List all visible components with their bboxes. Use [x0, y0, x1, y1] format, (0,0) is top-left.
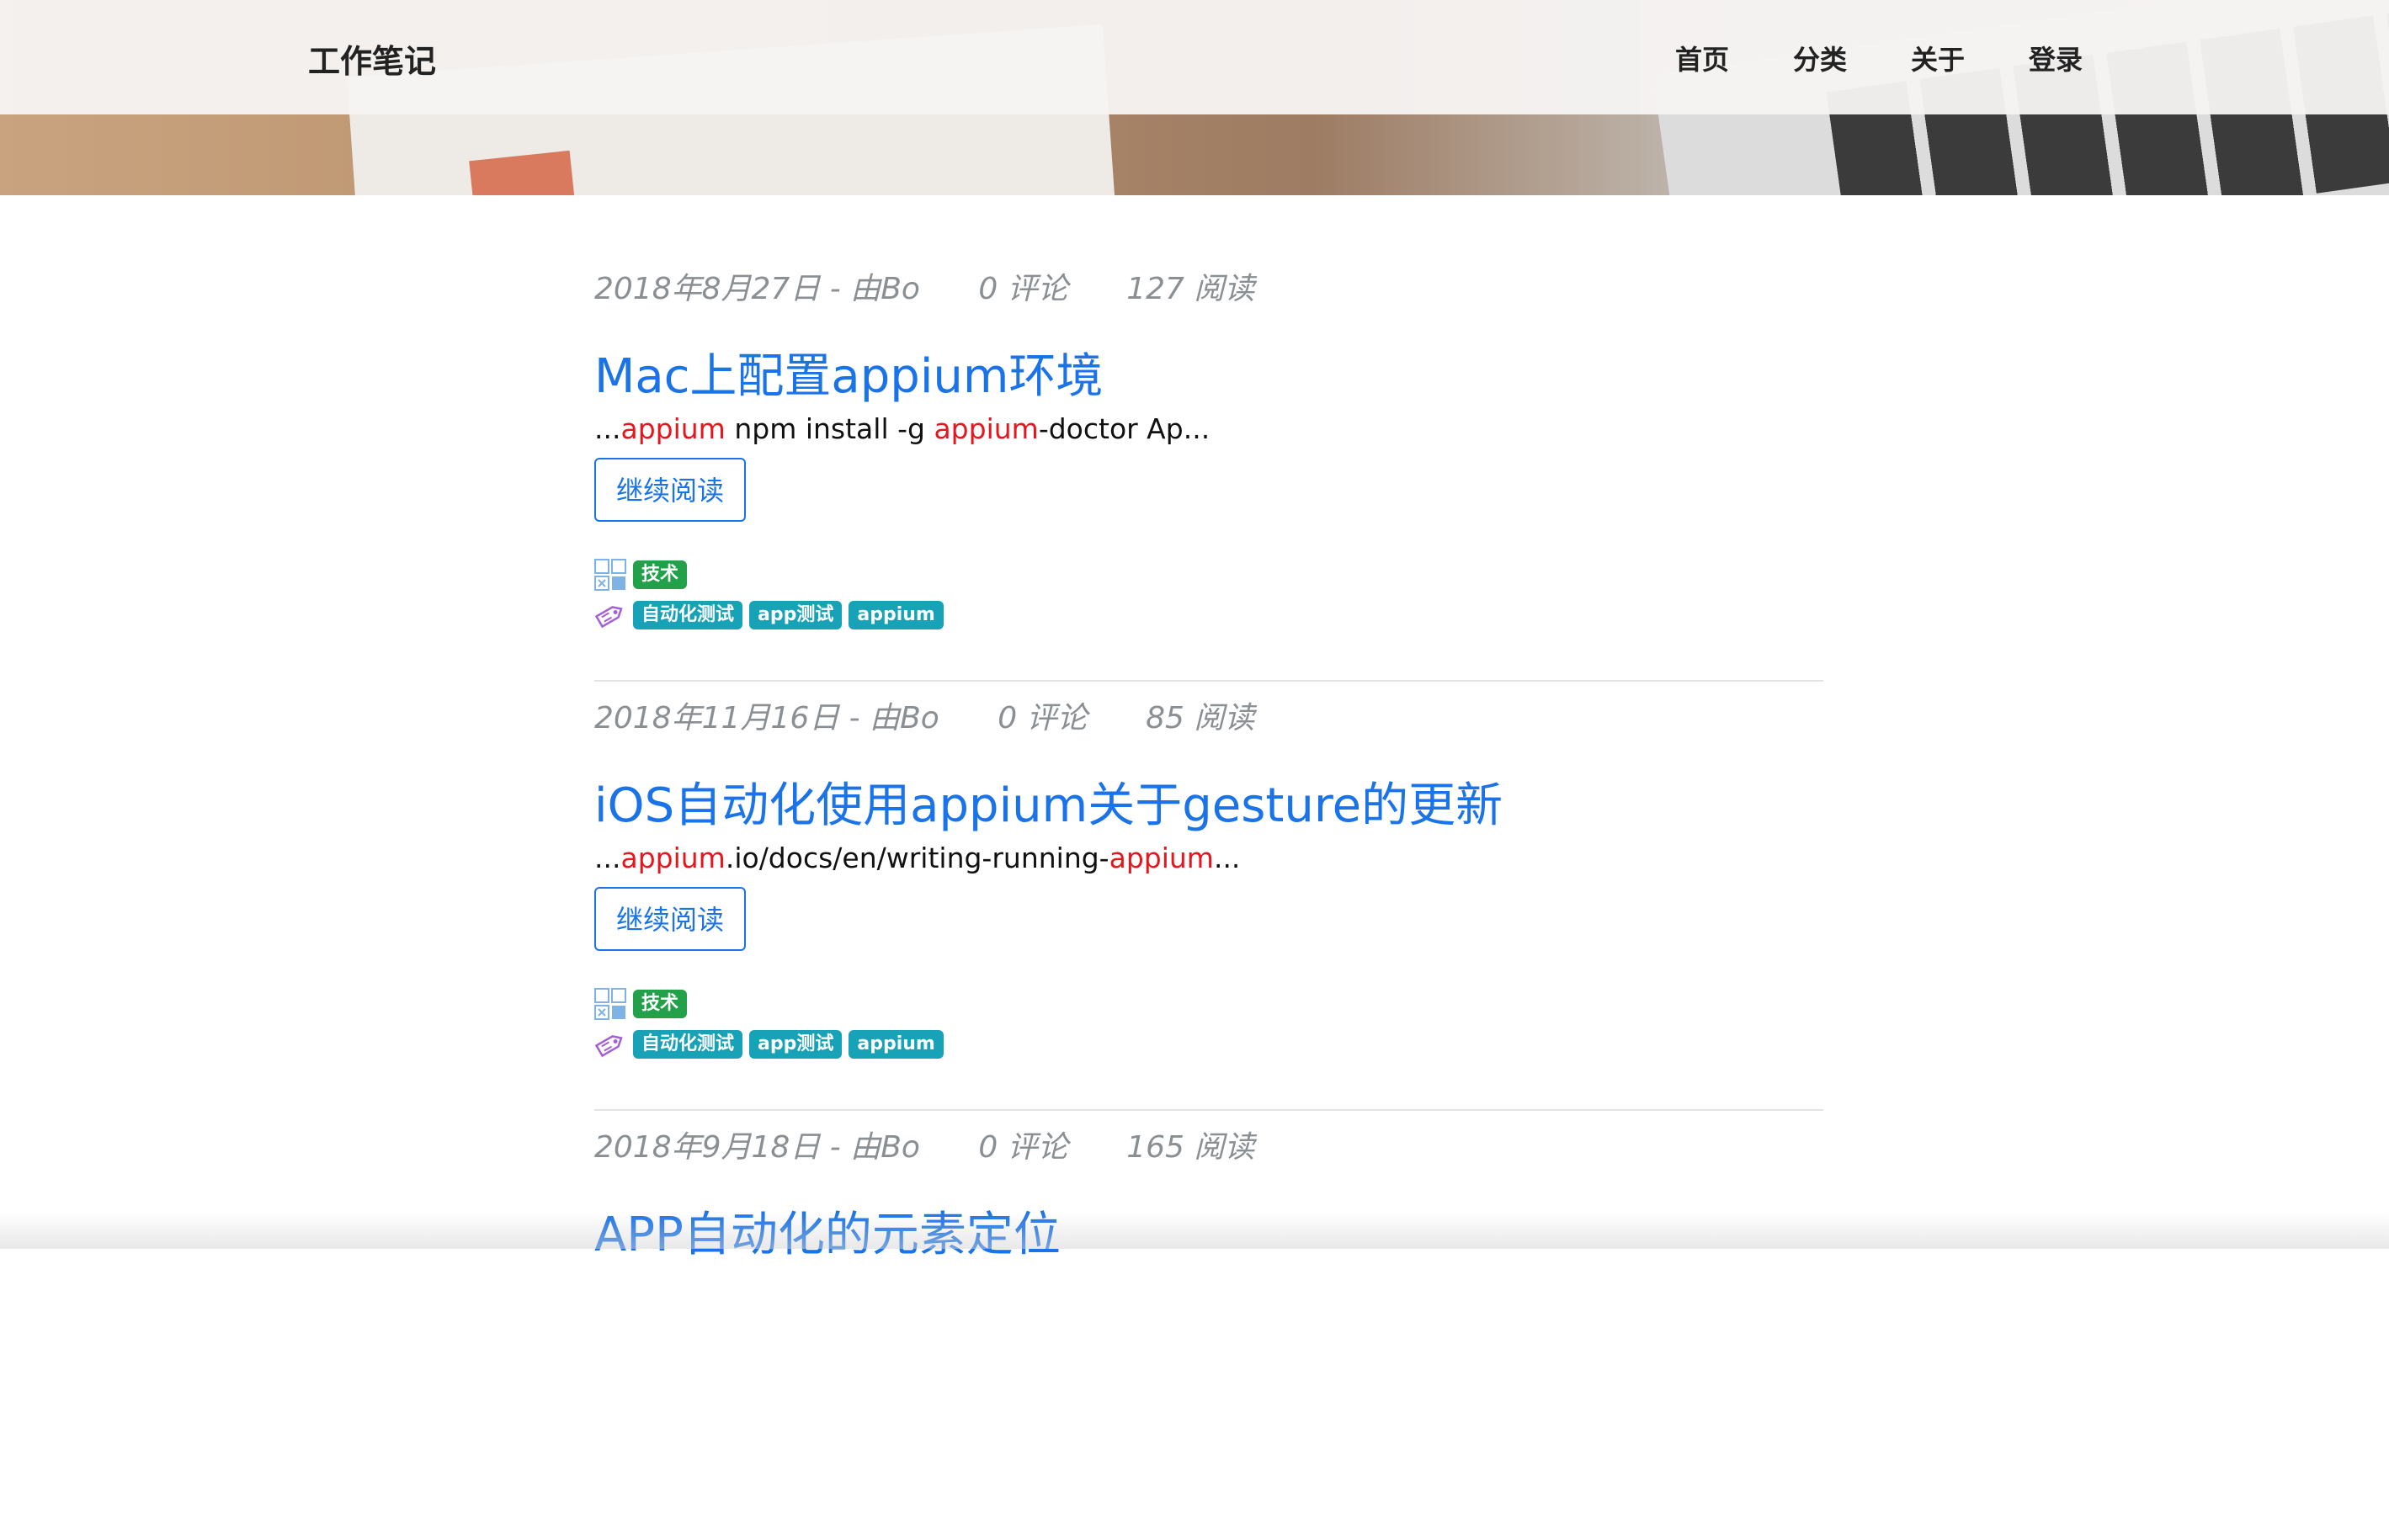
- post-date-author: 2018年11月16日 - 由Bo: [594, 701, 939, 735]
- excerpt-highlight: appium: [934, 412, 1039, 445]
- post-meta: 2018年11月16日 - 由Bo 0 评论 85 阅读: [594, 693, 1303, 737]
- nav-links: 首页 分类 关于 登录: [1675, 39, 2147, 77]
- post-title-link[interactable]: APP自动化的元素定位: [594, 1197, 1061, 1265]
- excerpt-text: -doctor Ap...: [1038, 412, 1210, 445]
- post-title-link[interactable]: Mac上配置appium环境: [594, 338, 1103, 406]
- tag-badge[interactable]: app测试: [749, 601, 843, 629]
- tag-badge[interactable]: 自动化测试: [633, 1030, 743, 1059]
- nav-login[interactable]: 登录: [2029, 39, 2083, 77]
- category-grid-icon: [594, 988, 626, 1020]
- post-meta: 2018年8月27日 - 由Bo 0 评论 127 阅读: [594, 264, 1303, 308]
- post-meta: 2018年9月18日 - 由Bo 0 评论 165 阅读: [594, 1123, 1303, 1166]
- post-read-count: 127 阅读: [1126, 272, 1255, 306]
- tag-badge[interactable]: appium: [849, 1030, 944, 1059]
- excerpt-text: .io/docs/en/writing-running-: [725, 842, 1109, 874]
- top-navbar: 工作笔记 首页 分类 关于 登录: [0, 0, 2389, 114]
- category-badge[interactable]: 技术: [633, 990, 688, 1018]
- excerpt-text: ...: [594, 412, 621, 445]
- tag-badge[interactable]: appium: [849, 601, 944, 629]
- post-item: 2018年8月27日 - 由Bo 0 评论 127 阅读 Mac上配置appiu…: [594, 252, 1823, 682]
- tag-badge[interactable]: app测试: [749, 1030, 843, 1059]
- post-comment-count[interactable]: 0 评论: [978, 272, 1067, 306]
- site-brand[interactable]: 工作笔记: [308, 35, 436, 82]
- post-tags-row: 自动化测试 app测试 appium: [594, 599, 950, 631]
- post-tags-row: 自动化测试 app测试 appium: [594, 1028, 950, 1060]
- post-item: 2018年11月16日 - 由Bo 0 评论 85 阅读 iOS自动化使用app…: [594, 682, 1823, 1111]
- nav-about[interactable]: 关于: [1911, 39, 1965, 77]
- tag-icon: [594, 599, 626, 631]
- nav-categories[interactable]: 分类: [1793, 39, 1847, 77]
- nav-home[interactable]: 首页: [1675, 39, 1729, 77]
- read-more-button[interactable]: 继续阅读: [594, 887, 746, 951]
- post-list: 2018年8月27日 - 由Bo 0 评论 127 阅读 Mac上配置appiu…: [594, 252, 1823, 1540]
- post-read-count: 165 阅读: [1126, 1130, 1255, 1165]
- post-title-link[interactable]: iOS自动化使用appium关于gesture的更新: [594, 767, 1503, 836]
- excerpt-text: npm install -g: [725, 412, 934, 445]
- post-category-row: 技术: [594, 988, 694, 1020]
- tag-icon: [594, 1028, 626, 1060]
- excerpt-text: ...: [1213, 842, 1241, 874]
- excerpt-highlight: appium: [620, 412, 726, 445]
- post-item: 2018年9月18日 - 由Bo 0 评论 165 阅读 APP自动化的元素定位: [594, 1111, 1823, 1540]
- excerpt-text: ...: [594, 842, 621, 874]
- read-more-button[interactable]: 继续阅读: [594, 458, 746, 522]
- post-category-row: 技术: [594, 559, 694, 591]
- post-excerpt: ...appium.io/docs/en/writing-running-app…: [594, 842, 1240, 874]
- category-badge[interactable]: 技术: [633, 560, 688, 589]
- post-read-count: 85 阅读: [1146, 701, 1255, 735]
- excerpt-highlight: appium: [1109, 842, 1214, 874]
- post-date-author: 2018年9月18日 - 由Bo: [594, 1130, 920, 1165]
- category-grid-icon: [594, 559, 626, 591]
- tag-badge[interactable]: 自动化测试: [633, 601, 743, 629]
- post-comment-count[interactable]: 0 评论: [998, 701, 1087, 735]
- post-date-author: 2018年8月27日 - 由Bo: [594, 272, 920, 306]
- post-comment-count[interactable]: 0 评论: [978, 1130, 1067, 1165]
- post-excerpt: ...appium npm install -g appium-doctor A…: [594, 412, 1210, 445]
- excerpt-highlight: appium: [620, 842, 726, 874]
